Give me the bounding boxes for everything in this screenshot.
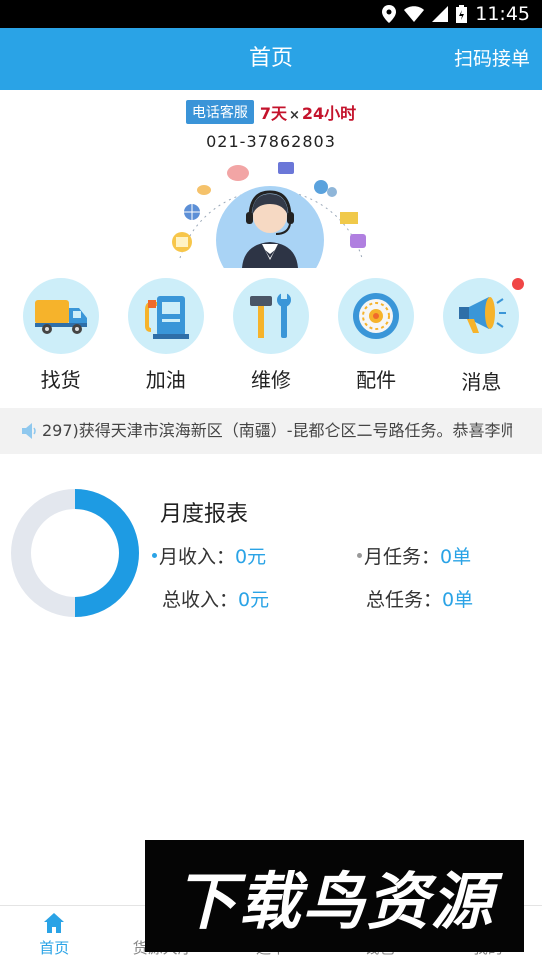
home-icon [44, 913, 65, 933]
monthly-income-stat: 月收入：0元 [152, 542, 266, 569]
watermark-text: 下载鸟资源 [174, 865, 495, 938]
notification-dot [512, 278, 525, 290]
stat-value: 0元 [238, 589, 270, 611]
service-days: 7天 [259, 104, 287, 123]
customer-service-banner[interactable]: 电话客服 7天 × 24小时 021-37862803 [0, 90, 542, 268]
stat-label: 总收入： [162, 589, 239, 611]
watermark-logo: 下载鸟资源 [145, 840, 524, 952]
tab-home[interactable]: 首页 [0, 906, 108, 962]
report-title: 月度报表 [160, 502, 249, 527]
tab-label: 首页 [39, 939, 70, 957]
battery-icon [456, 5, 468, 23]
menu-label: 加油 [145, 368, 186, 392]
status-bar: 11:45 [0, 0, 542, 28]
hammer-wrench-icon [249, 292, 291, 338]
stat-label: 总任务： [366, 589, 443, 611]
service-hours-value: 24小时 [301, 104, 357, 123]
menu-label: 配件 [356, 368, 397, 392]
stat-value: 0单 [442, 589, 474, 611]
service-times-sign: × [288, 108, 300, 123]
monthly-report-card[interactable]: 月度报表 月收入：0元 月任务：0单 总收入：0元 总任务：0单 [0, 470, 542, 630]
service-hours-row: 电话客服 7天 × 24小时 [0, 100, 542, 124]
location-icon [382, 5, 397, 23]
status-icons: 11:45 [382, 0, 530, 28]
menu-label: 消息 [461, 370, 502, 394]
bullet-dot [152, 553, 157, 558]
menu-item-find-goods[interactable]: 找货 [12, 268, 110, 408]
phone-service-badge: 电话客服 [185, 100, 254, 124]
stat-value: 0元 [235, 546, 267, 568]
menu-item-repair[interactable]: 维修 [222, 268, 320, 408]
stat-value: 0单 [440, 546, 472, 568]
notice-ticker[interactable]: 297)获得天津市滨海新区（南疆）-昆都仑区二号路任务。恭喜李师 [0, 408, 542, 454]
total-tasks-stat: 总任务：0单 [366, 585, 473, 612]
menu-icon-circle [232, 278, 309, 354]
menu-item-messages[interactable]: 消息 [432, 268, 530, 408]
menu-icon-circle [443, 278, 520, 354]
bullet-dot [357, 553, 362, 558]
app-bar: 首页 扫码接单 [0, 28, 542, 90]
menu-icon-circle [22, 278, 99, 354]
service-hours: 7天 × 24小时 [260, 100, 356, 124]
service-phone-number[interactable]: 021-37862803 [0, 132, 542, 151]
scan-order-button[interactable]: 扫码接单 [454, 28, 530, 90]
wifi-icon [404, 6, 425, 22]
speaker-icon [22, 423, 36, 439]
total-income-stat: 总收入：0元 [162, 585, 269, 612]
stat-label: 月收入： [159, 546, 236, 568]
truck-icon [34, 300, 87, 334]
customer-service-agent-illustration [172, 162, 366, 268]
megaphone-icon [459, 297, 507, 333]
stat-label: 月任务： [364, 546, 441, 568]
report-donut-chart [11, 489, 139, 617]
wheel-part-icon [353, 293, 400, 339]
menu-label: 找货 [40, 368, 81, 392]
monthly-tasks-stat: 月任务：0单 [357, 542, 471, 569]
menu-item-parts[interactable]: 配件 [327, 268, 425, 408]
signal-icon [432, 6, 449, 22]
status-time: 11:45 [475, 3, 530, 25]
notice-text: 297)获得天津市滨海新区（南疆）-昆都仑区二号路任务。恭喜李师 [42, 421, 512, 440]
menu-item-refuel[interactable]: 加油 [117, 268, 215, 408]
fuel-pump-icon [144, 296, 189, 339]
menu-label: 维修 [250, 368, 291, 392]
menu-icon-circle [338, 278, 415, 354]
function-grid: 找货 加油 维修 配件 消息 [0, 268, 542, 408]
menu-icon-circle [127, 278, 204, 354]
